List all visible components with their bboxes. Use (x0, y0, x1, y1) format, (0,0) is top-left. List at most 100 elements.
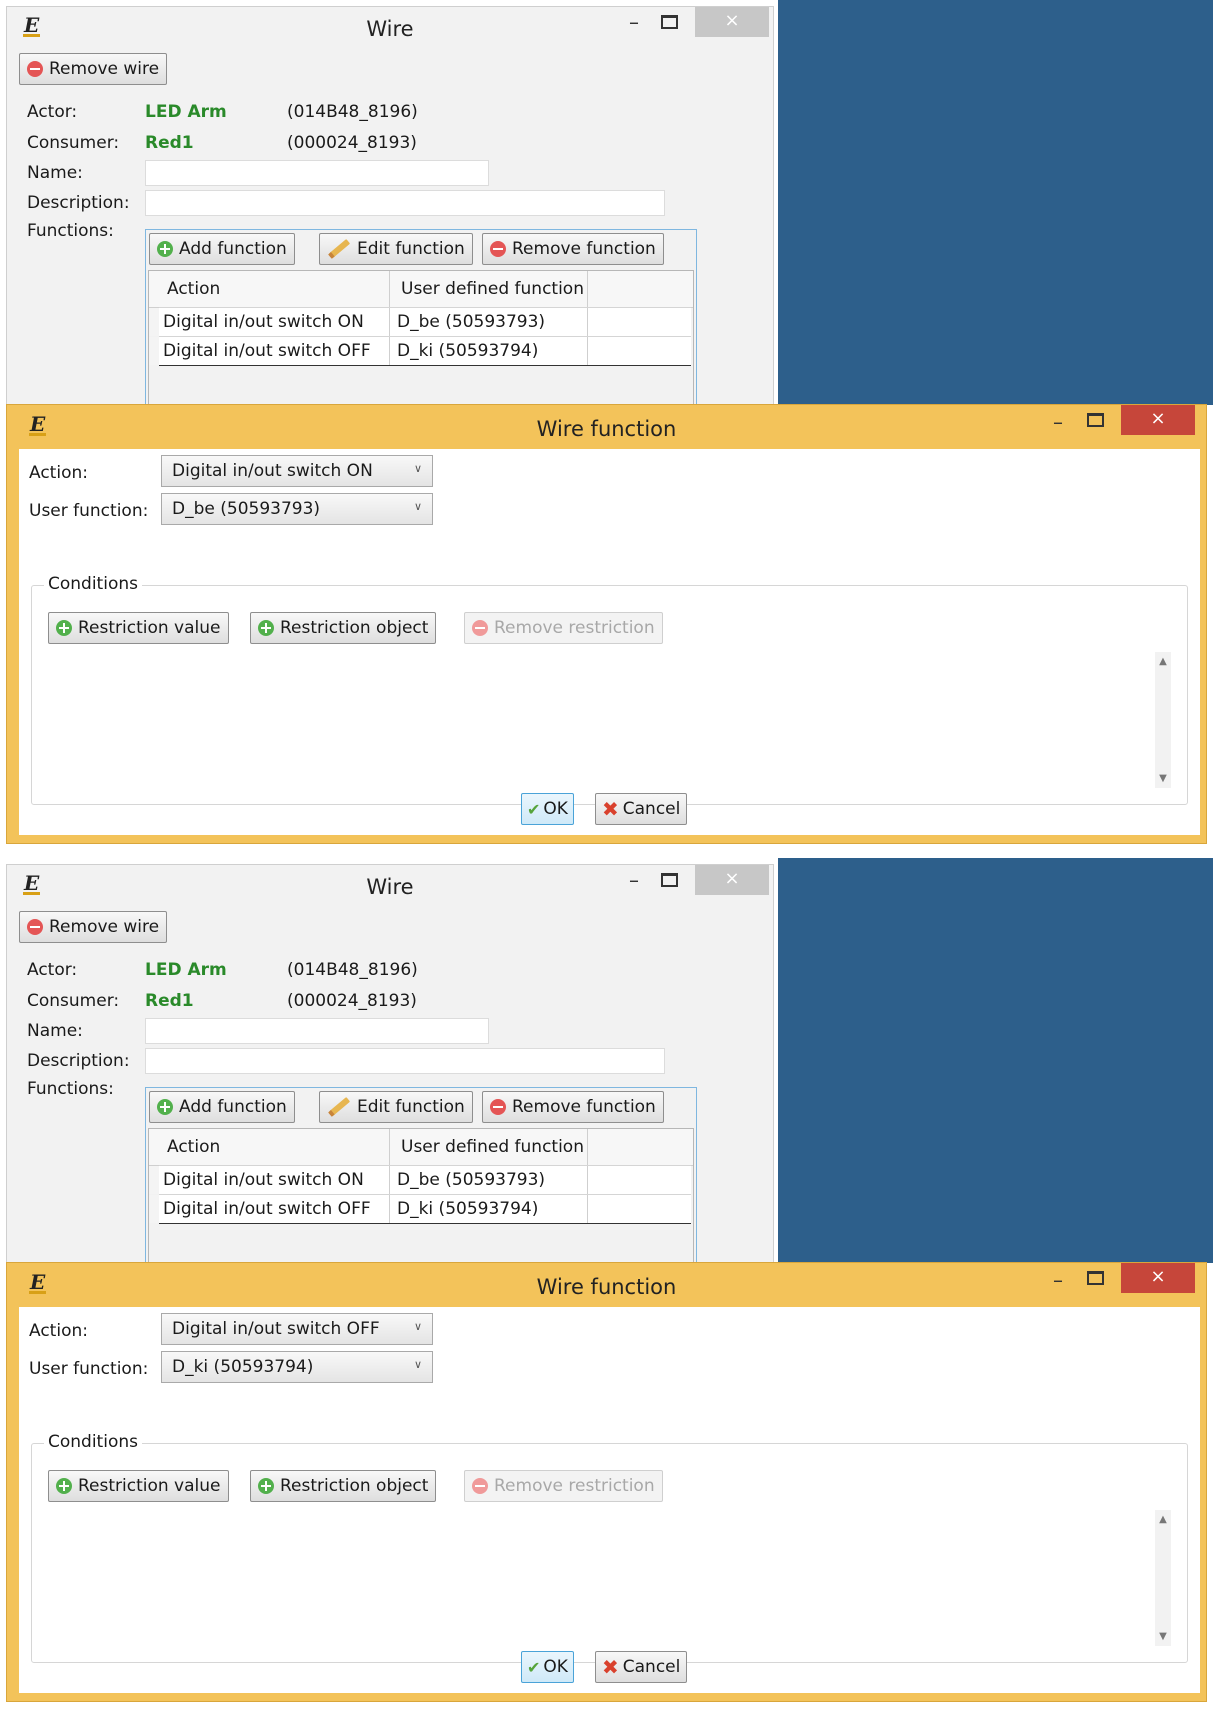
actor-id: (014B48_8196) (287, 102, 418, 122)
actor-value: LED Arm (145, 102, 227, 122)
remove-restriction-button[interactable]: Remove restriction (464, 1470, 663, 1502)
minimize-button[interactable]: – (621, 11, 647, 35)
add-function-label: Add function (179, 1097, 287, 1117)
remove-wire-button[interactable]: Remove wire (19, 911, 168, 943)
conditions-group: Conditions Restriction value Restriction… (31, 574, 1188, 805)
column-header-user-function[interactable]: User defined function (401, 279, 584, 299)
row-action: Digital in/out switch ON (163, 1170, 364, 1190)
add-icon (56, 620, 72, 636)
restriction-object-button[interactable]: Restriction object (250, 1470, 437, 1502)
column-divider (389, 308, 390, 336)
wire-function-window-title: Wire function (536, 417, 677, 441)
functions-label: Functions: (27, 221, 114, 241)
restriction-object-label: Restriction object (280, 618, 429, 638)
restriction-object-button[interactable]: Restriction object (250, 612, 437, 644)
close-button[interactable]: × (1121, 405, 1195, 435)
column-divider (587, 308, 588, 336)
edit-function-button[interactable]: Edit function (319, 1091, 473, 1123)
cancel-button[interactable]: ✖ Cancel (595, 1651, 688, 1683)
desktop-background (778, 858, 1213, 1263)
ok-label: OK (543, 1657, 568, 1677)
table-row[interactable]: Digital in/out switch ON D_be (50593793) (159, 1165, 691, 1195)
maximize-button[interactable] (1087, 413, 1104, 427)
table-row[interactable]: Digital in/out switch ON D_be (50593793) (159, 307, 691, 337)
add-function-button[interactable]: Add function (149, 233, 295, 265)
wire-titlebar[interactable]: E Wire – × (7, 7, 773, 47)
scroll-up-icon[interactable]: ▲ (1155, 1514, 1171, 1525)
name-label: Name: (27, 163, 83, 183)
description-field[interactable] (145, 1048, 665, 1074)
action-label: Action: (29, 1321, 88, 1341)
table-row[interactable]: Digital in/out switch OFF D_ki (50593794… (159, 336, 691, 366)
column-divider (587, 1166, 588, 1194)
row-action: Digital in/out switch OFF (163, 1199, 371, 1219)
close-button[interactable]: × (695, 7, 769, 37)
description-field[interactable] (145, 190, 665, 216)
user-function-select[interactable]: D_ki (50593794) ∨ (161, 1351, 433, 1383)
restriction-value-button[interactable]: Restriction value (48, 612, 229, 644)
close-button[interactable]: × (695, 865, 769, 895)
minimize-button[interactable]: – (1045, 411, 1071, 435)
row-action: Digital in/out switch ON (163, 312, 364, 332)
remove-restriction-button[interactable]: Remove restriction (464, 612, 663, 644)
scroll-up-icon[interactable]: ▲ (1155, 656, 1171, 667)
name-field[interactable] (145, 160, 489, 186)
wire-function-content: Action: Digital in/out switch OFF ∨ User… (19, 1307, 1200, 1693)
scroll-down-icon[interactable]: ▼ (1155, 1631, 1171, 1642)
screenshot-panel-top: E Wire – × Remove wire Actor: LED Arm (0… (0, 0, 1213, 858)
ok-label: OK (543, 799, 568, 819)
action-select-value: Digital in/out switch ON (172, 461, 373, 481)
maximize-button[interactable] (1087, 1271, 1104, 1285)
close-button[interactable]: × (1121, 1263, 1195, 1293)
cancel-label: Cancel (622, 1657, 681, 1677)
row-action: Digital in/out switch OFF (163, 341, 371, 361)
wire-function-window: E Wire function – × Action: Digital in/o… (6, 1262, 1207, 1702)
wire-window: E Wire – × Remove wire Actor: LED Arm (0… (6, 864, 774, 1308)
ok-button[interactable]: ✔ OK (521, 793, 574, 825)
row-user-function: D_be (50593793) (397, 1170, 546, 1190)
check-icon: ✔ (527, 799, 541, 819)
wire-window-title: Wire (366, 875, 414, 899)
maximize-button[interactable] (661, 15, 678, 29)
cancel-button[interactable]: ✖ Cancel (595, 793, 688, 825)
wire-titlebar[interactable]: E Wire – × (7, 865, 773, 905)
action-select[interactable]: Digital in/out switch ON ∨ (161, 455, 433, 487)
desktop-background (778, 0, 1213, 405)
restriction-value-button[interactable]: Restriction value (48, 1470, 229, 1502)
minimize-button[interactable]: – (621, 869, 647, 893)
consumer-value: Red1 (145, 991, 194, 1011)
remove-wire-button[interactable]: Remove wire (19, 53, 168, 85)
remove-function-button[interactable]: Remove function (482, 233, 664, 265)
edit-function-button[interactable]: Edit function (319, 233, 473, 265)
table-row[interactable]: Digital in/out switch OFF D_ki (50593794… (159, 1194, 691, 1224)
actor-label: Actor: (27, 960, 78, 980)
action-select[interactable]: Digital in/out switch OFF ∨ (161, 1313, 433, 1345)
conditions-group: Conditions Restriction value Restriction… (31, 1432, 1188, 1663)
restriction-object-label: Restriction object (280, 1476, 429, 1496)
remove-wire-label: Remove wire (49, 917, 160, 937)
column-divider (389, 271, 390, 307)
remove-icon (27, 61, 43, 77)
check-icon: ✔ (527, 1657, 541, 1677)
column-header-action[interactable]: Action (167, 279, 220, 299)
wire-function-titlebar[interactable]: E Wire function – × (7, 1263, 1206, 1307)
name-field[interactable] (145, 1018, 489, 1044)
x-icon: ✖ (602, 1655, 619, 1679)
consumer-value: Red1 (145, 133, 194, 153)
add-function-button[interactable]: Add function (149, 1091, 295, 1123)
column-header-user-function[interactable]: User defined function (401, 1137, 584, 1157)
conditions-scrollbar[interactable]: ▲ ▼ (1155, 1510, 1171, 1646)
wire-function-titlebar[interactable]: E Wire function – × (7, 405, 1206, 449)
maximize-button[interactable] (661, 873, 678, 887)
add-icon (56, 1478, 72, 1494)
remove-restriction-label: Remove restriction (494, 618, 655, 638)
remove-icon (490, 1099, 506, 1115)
scroll-down-icon[interactable]: ▼ (1155, 773, 1171, 784)
conditions-scrollbar[interactable]: ▲ ▼ (1155, 652, 1171, 788)
chevron-down-icon: ∨ (413, 1358, 422, 1371)
user-function-select[interactable]: D_be (50593793) ∨ (161, 493, 433, 525)
column-header-action[interactable]: Action (167, 1137, 220, 1157)
minimize-button[interactable]: – (1045, 1269, 1071, 1293)
remove-function-button[interactable]: Remove function (482, 1091, 664, 1123)
ok-button[interactable]: ✔ OK (521, 1651, 574, 1683)
